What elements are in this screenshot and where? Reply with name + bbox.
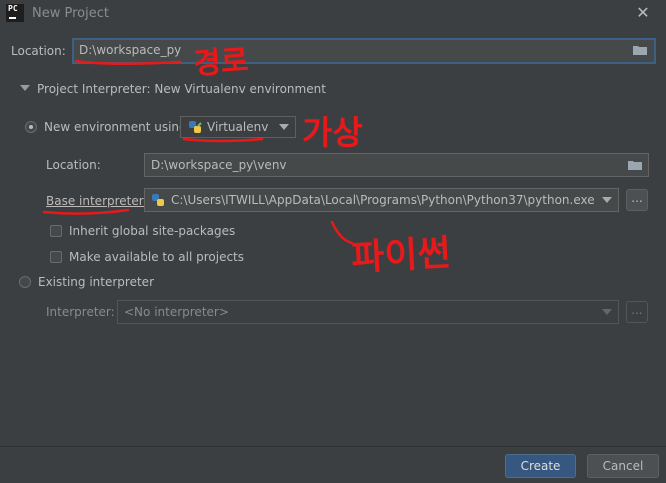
folder-icon[interactable] bbox=[628, 160, 642, 170]
make-available-label: Make available to all projects bbox=[69, 250, 245, 264]
location-value: D:\workspace_py bbox=[79, 43, 182, 57]
venv-location-label: Location: bbox=[46, 158, 101, 172]
environment-tool-value: Virtualenv bbox=[207, 120, 269, 134]
virtualenv-underline bbox=[182, 137, 264, 143]
make-available-checkbox[interactable] bbox=[50, 251, 62, 263]
base-interpreter-underline bbox=[42, 208, 130, 215]
chevron-down-icon[interactable] bbox=[279, 124, 289, 130]
venv-location-input[interactable]: D:\workspace_py\venv bbox=[144, 153, 649, 177]
virtual-note: 가상 bbox=[302, 113, 363, 152]
new-environment-label: New environment using bbox=[44, 120, 187, 134]
location-label: Location: bbox=[11, 44, 66, 58]
window-title: New Project bbox=[32, 6, 109, 21]
chevron-down-icon[interactable] bbox=[602, 197, 612, 203]
handwritten-annotations: 경로 가상 파이썬 bbox=[42, 43, 452, 279]
inherit-packages-checkbox[interactable] bbox=[50, 225, 62, 237]
existing-interpreter-label: Existing interpreter bbox=[38, 275, 154, 289]
interpreter-section-header[interactable]: Project Interpreter: New Virtualenv envi… bbox=[37, 82, 326, 96]
cancel-button[interactable]: Cancel bbox=[587, 454, 659, 478]
inherit-packages-label: Inherit global site-packages bbox=[69, 224, 236, 238]
python-tick bbox=[330, 220, 354, 245]
new-environment-radio[interactable] bbox=[25, 121, 37, 133]
python-icon bbox=[152, 194, 164, 206]
section-collapse-chevron-icon[interactable] bbox=[20, 85, 30, 91]
base-interpreter-browse-button[interactable]: ... bbox=[626, 189, 648, 211]
logo-bar bbox=[9, 17, 16, 19]
interpreter-dropdown[interactable]: <No interpreter> bbox=[117, 300, 619, 324]
pycharm-logo-icon: PC bbox=[6, 4, 24, 22]
existing-interpreter-radio[interactable] bbox=[19, 276, 31, 288]
python-icon bbox=[189, 121, 202, 133]
footer-divider bbox=[0, 446, 666, 447]
chevron-down-icon[interactable] bbox=[602, 309, 612, 315]
location-input[interactable]: D:\workspace_py bbox=[72, 38, 656, 64]
logo-text: PC bbox=[8, 4, 18, 13]
python-note: 파이썬 bbox=[350, 233, 451, 279]
interpreter-browse-button[interactable]: ... bbox=[626, 301, 648, 323]
venv-location-value: D:\workspace_py\venv bbox=[151, 158, 287, 172]
base-interpreter-dropdown[interactable]: C:\Users\ITWILL\AppData\Local\Programs\P… bbox=[144, 188, 619, 212]
interpreter-label: Interpreter: bbox=[46, 305, 115, 319]
base-interpreter-value: C:\Users\ITWILL\AppData\Local\Programs\P… bbox=[171, 193, 595, 207]
close-icon[interactable]: ✕ bbox=[631, 1, 655, 25]
interpreter-value: <No interpreter> bbox=[124, 305, 229, 319]
base-interpreter-label: Base interpreter: bbox=[46, 194, 148, 208]
create-button[interactable]: Create bbox=[505, 454, 576, 478]
folder-icon[interactable] bbox=[633, 45, 647, 55]
